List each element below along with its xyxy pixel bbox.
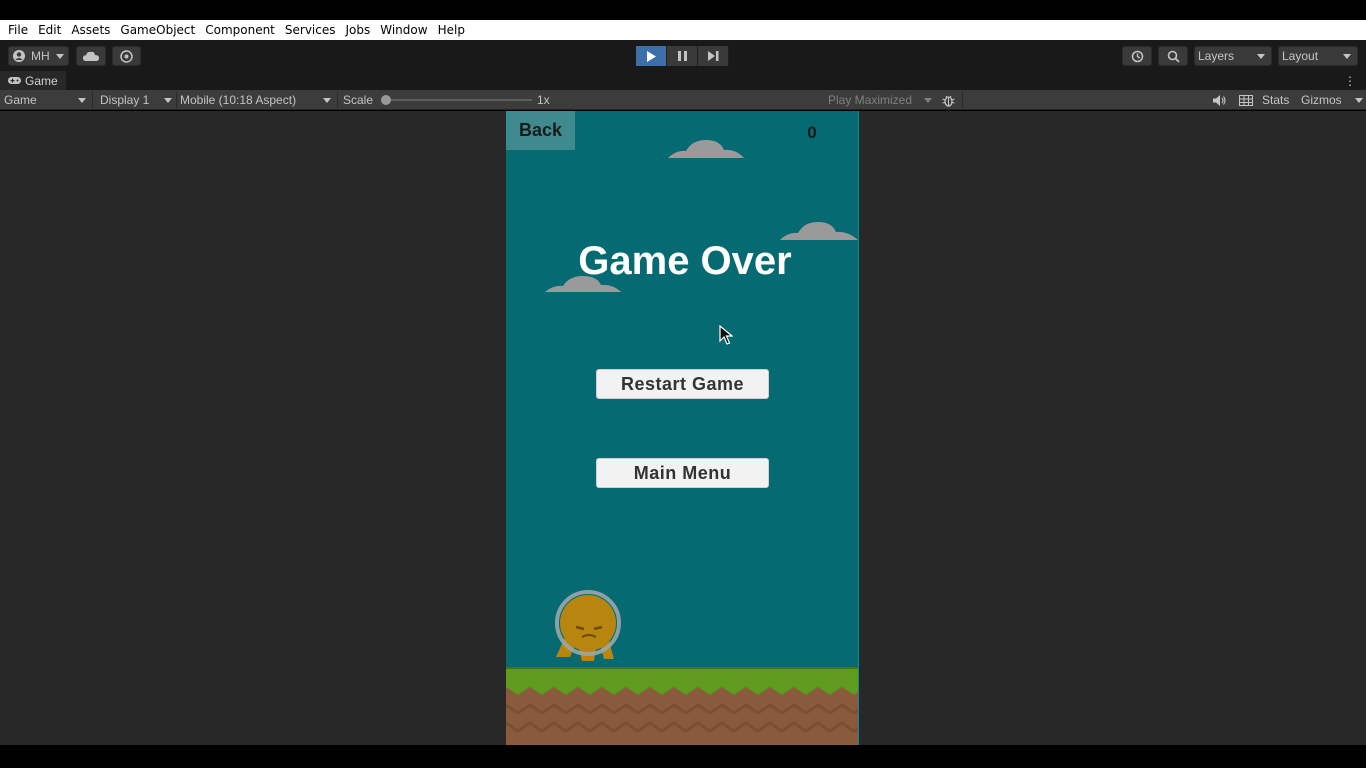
view-select-label: Game — [4, 93, 37, 107]
account-label: MH — [31, 49, 50, 63]
divider — [337, 92, 338, 108]
stats-button[interactable]: Stats — [1262, 90, 1289, 110]
history-icon — [1131, 50, 1143, 62]
gamepad-icon — [8, 77, 21, 84]
chevron-down-icon — [78, 97, 86, 103]
menu-assets[interactable]: Assets — [66, 20, 115, 40]
gizmos-label: Gizmos — [1301, 93, 1342, 107]
tab-game-label: Game — [25, 73, 58, 88]
aspect-select[interactable]: Mobile (10:18 Aspect) — [180, 90, 333, 110]
search-button[interactable] — [1158, 46, 1188, 66]
play-mode-select[interactable]: Play Maximized — [828, 90, 932, 110]
cloud-sprite — [668, 140, 744, 158]
divider — [92, 92, 93, 108]
pause-button[interactable] — [667, 46, 698, 66]
menu-jobs[interactable]: Jobs — [341, 20, 376, 40]
top-border — [0, 0, 1366, 20]
menu-services[interactable]: Services — [280, 20, 341, 40]
player-character-sprite — [555, 590, 621, 661]
menu-window[interactable]: Window — [375, 20, 432, 40]
back-button[interactable]: Back — [506, 111, 575, 150]
debug-button[interactable] — [938, 90, 958, 110]
scale-slider-track[interactable] — [386, 99, 532, 101]
menu-bar: File Edit Assets GameObject Component Se… — [0, 20, 1366, 40]
mouse-cursor-icon — [719, 325, 733, 345]
score-counter: 0 — [807, 123, 817, 142]
gizmos-dropdown[interactable]: Gizmos — [1301, 90, 1363, 110]
play-button[interactable] — [636, 46, 667, 66]
ground-tiles — [506, 667, 858, 745]
step-icon — [707, 51, 718, 61]
cloud-sprite — [780, 222, 858, 240]
pause-icon — [677, 51, 687, 61]
playback-controls — [636, 46, 729, 66]
display-select[interactable]: Display 1 — [100, 90, 174, 110]
restart-game-button[interactable]: Restart Game — [596, 369, 769, 399]
step-button[interactable] — [698, 46, 729, 66]
aspect-select-label: Mobile (10:18 Aspect) — [180, 93, 297, 107]
scale-value: 1x — [537, 93, 550, 107]
grid-button[interactable] — [1237, 90, 1255, 110]
layers-dropdown[interactable]: Layers — [1194, 46, 1272, 66]
mute-audio-button[interactable] — [1210, 90, 1228, 110]
divider — [962, 92, 963, 108]
menu-gameobject[interactable]: GameObject — [115, 20, 200, 40]
bug-icon — [941, 95, 955, 107]
search-icon — [1167, 50, 1180, 63]
play-mode-label: Play Maximized — [828, 93, 913, 107]
divider — [176, 92, 177, 108]
chevron-down-icon — [55, 53, 64, 59]
menu-file[interactable]: File — [3, 20, 33, 40]
menu-help[interactable]: Help — [433, 20, 470, 40]
cloud-button[interactable] — [76, 46, 106, 66]
game-screen: Back 0 Game Over Restart Game Main Menu — [506, 111, 859, 745]
cloud-icon — [83, 51, 99, 61]
chevron-down-icon — [323, 97, 331, 103]
more-options-icon[interactable]: ⋮ — [1344, 74, 1356, 88]
view-select[interactable]: Game — [4, 90, 90, 110]
grid-icon — [1239, 94, 1253, 106]
chevron-down-icon — [1257, 53, 1265, 59]
menu-edit[interactable]: Edit — [33, 20, 66, 40]
layout-label: Layout — [1282, 49, 1319, 63]
chevron-down-icon — [1343, 53, 1351, 59]
play-icon — [647, 50, 656, 62]
bottom-border — [0, 745, 1366, 768]
tab-game[interactable]: Game — [0, 71, 66, 90]
game-view-toolbar: Game Display 1 Mobile (10:18 Aspect) Sca… — [0, 90, 1366, 110]
main-menu-button[interactable]: Main Menu — [596, 458, 769, 488]
chevron-down-icon — [164, 97, 172, 103]
scale-label: Scale — [343, 93, 374, 107]
window-tab-bar: Game ⋮ — [0, 71, 1366, 90]
chevron-down-icon — [924, 97, 932, 103]
layers-label: Layers — [1198, 49, 1235, 63]
display-select-label: Display 1 — [100, 93, 150, 107]
layout-dropdown[interactable]: Layout — [1278, 46, 1358, 66]
speaker-icon — [1212, 94, 1226, 106]
menu-component[interactable]: Component — [200, 20, 280, 40]
scale-slider-handle[interactable] — [381, 95, 391, 105]
collab-icon — [120, 49, 133, 63]
history-button[interactable] — [1122, 46, 1152, 66]
chevron-down-icon — [1355, 97, 1363, 103]
collab-button[interactable] — [112, 46, 141, 66]
account-icon — [13, 50, 25, 62]
account-dropdown[interactable]: MH — [8, 46, 69, 66]
game-over-title: Game Over — [578, 239, 792, 283]
main-toolbar: MH Layers Layout — [0, 40, 1366, 71]
